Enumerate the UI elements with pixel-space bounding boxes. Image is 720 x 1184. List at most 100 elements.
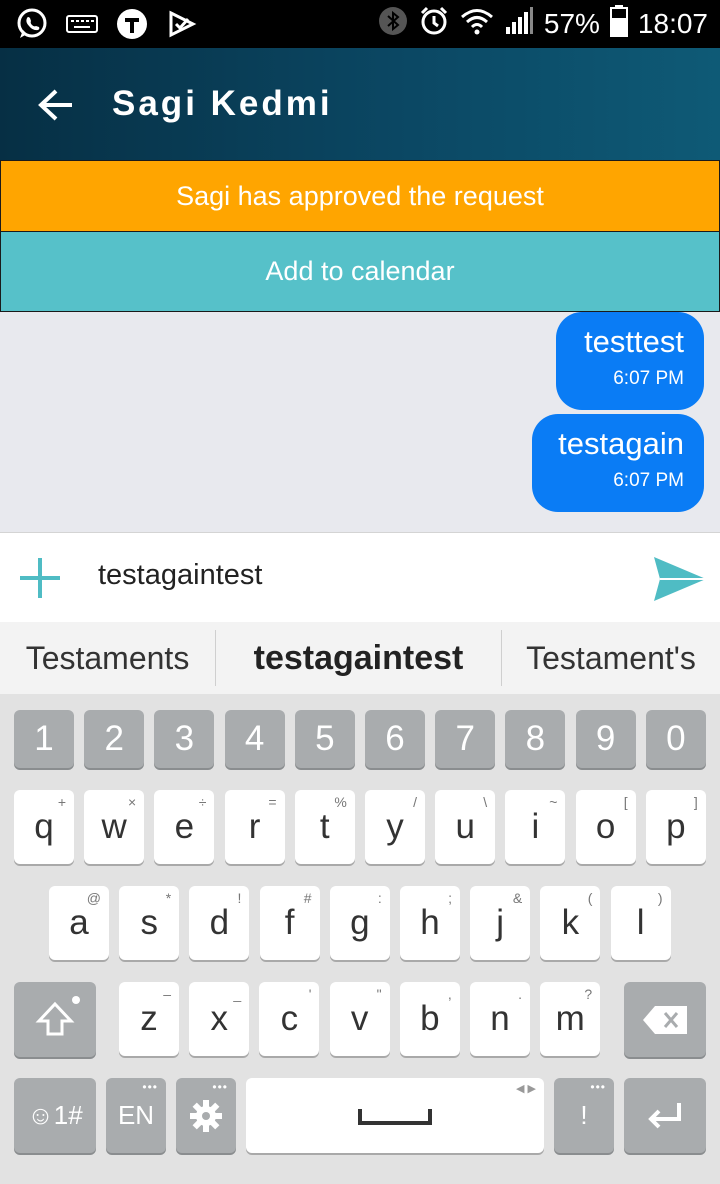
key-alt-label: &	[512, 890, 523, 906]
key-alt-label: #	[303, 890, 312, 906]
suggestion-item[interactable]: Testament's	[502, 630, 720, 686]
add-attachment-button[interactable]	[20, 558, 60, 598]
send-button[interactable]	[652, 555, 708, 603]
key-c[interactable]: c '	[259, 982, 320, 1056]
key-alt-label: [	[623, 794, 628, 810]
key-4[interactable]: 4	[224, 710, 285, 768]
key-r[interactable]: r =	[224, 790, 285, 864]
key-v[interactable]: v "	[329, 982, 390, 1056]
system-status: 57% 18:07	[378, 0, 708, 48]
symbols-key-label: ☺1#	[27, 1100, 83, 1130]
symbols-key[interactable]: ☺1#	[14, 1078, 96, 1153]
message-list[interactable]: testtest 6:07 PM testagain 6:07 PM	[0, 312, 720, 532]
key-b[interactable]: b,	[399, 982, 460, 1056]
backspace-icon	[643, 1005, 687, 1034]
message-text: testtest	[584, 324, 684, 359]
space-key[interactable]: ◀ ▶	[246, 1078, 544, 1153]
enter-icon	[648, 1102, 681, 1128]
arrow-left-icon	[38, 89, 72, 121]
key-h[interactable]: h;	[400, 886, 460, 960]
key-5[interactable]: 5	[294, 710, 355, 768]
punctuation-key[interactable]: ••• !	[554, 1078, 614, 1153]
key-n[interactable]: n.	[470, 982, 530, 1056]
key-label: g	[350, 903, 370, 942]
add-to-calendar-button[interactable]: Add to calendar	[0, 232, 720, 312]
key-label: 7	[455, 719, 475, 758]
key-label: f	[284, 903, 295, 942]
settings-key[interactable]: •••	[176, 1078, 236, 1153]
key-alt-label: ;	[448, 890, 452, 906]
keyboard-icon	[64, 6, 100, 42]
key-u[interactable]: u \	[435, 790, 496, 864]
key-label: m	[555, 999, 585, 1038]
wifi-icon	[460, 7, 494, 42]
key-label: p	[666, 807, 686, 846]
key-alt-label: ÷	[198, 794, 207, 810]
key-label: 4	[244, 719, 265, 758]
approval-banner: Sagi has approved the request	[0, 160, 720, 232]
app-bar: Sagi Kedmi	[0, 48, 720, 160]
more-dots: •••	[142, 1080, 158, 1094]
key-x[interactable]: x _	[189, 982, 250, 1056]
key-8[interactable]: 8	[505, 710, 566, 768]
status-bar: 57% 18:07	[0, 0, 720, 48]
key-t[interactable]: t%	[294, 790, 355, 864]
key-alt-label: .	[518, 986, 522, 1002]
key-y[interactable]: y /	[365, 790, 425, 864]
message-input[interactable]: testagaintest	[98, 559, 262, 592]
message-bubble[interactable]: testtest 6:07 PM	[556, 312, 704, 410]
more-dots: •••	[212, 1080, 228, 1094]
key-alt-label: ×	[128, 794, 137, 810]
key-1[interactable]: 1	[14, 710, 74, 768]
alarm-icon	[418, 5, 450, 44]
message-time: 6:07 PM	[613, 368, 684, 389]
key-alt-label: @	[86, 890, 101, 906]
key-g[interactable]: g:	[329, 886, 390, 960]
shift-key[interactable]	[14, 982, 96, 1057]
key-2[interactable]: 2	[84, 710, 145, 768]
suggestion-item[interactable]: Testaments	[0, 630, 216, 686]
key-7[interactable]: 7	[435, 710, 496, 768]
key-label: u	[455, 807, 475, 846]
checkmark-app-icon	[164, 6, 200, 42]
key-label: j	[496, 903, 505, 942]
key-alt-label: "	[376, 986, 382, 1002]
key-i[interactable]: i ~	[505, 790, 566, 864]
enter-key[interactable]	[624, 1078, 706, 1153]
key-k[interactable]: k(	[540, 886, 601, 960]
key-j[interactable]: j &	[470, 886, 531, 960]
key-3[interactable]: 3	[154, 710, 215, 768]
key-label: z	[140, 999, 158, 1038]
key-label: v	[350, 999, 369, 1038]
key-0[interactable]: 0	[645, 710, 706, 768]
key-l[interactable]: l)	[610, 886, 671, 960]
backspace-key[interactable]	[624, 982, 706, 1057]
key-label: b	[420, 999, 440, 1038]
message-bubble[interactable]: testagain 6:07 PM	[532, 414, 704, 512]
key-alt-label: _	[233, 986, 242, 1002]
key-6[interactable]: 6	[365, 710, 425, 768]
key-d[interactable]: d!	[189, 886, 250, 960]
key-z[interactable]: z –	[119, 982, 179, 1056]
key-alt-label: *	[165, 890, 172, 906]
suggestion-item[interactable]: testagaintest	[216, 630, 502, 686]
key-m[interactable]: m?	[540, 982, 601, 1056]
key-q[interactable]: q +	[14, 790, 74, 864]
key-w[interactable]: w ×	[84, 790, 145, 864]
back-button[interactable]	[30, 80, 80, 130]
key-label: n	[490, 999, 510, 1038]
message-text: testagain	[558, 426, 684, 461]
key-f[interactable]: f #	[259, 886, 320, 960]
key-alt-label: !	[237, 890, 242, 906]
key-e[interactable]: e ÷	[154, 790, 215, 864]
key-o[interactable]: o[	[575, 790, 636, 864]
key-p[interactable]: p]	[645, 790, 706, 864]
notification-icons	[14, 6, 200, 42]
key-a[interactable]: a @	[49, 886, 109, 960]
key-9[interactable]: 9	[575, 710, 636, 768]
key-label: s	[140, 903, 158, 942]
whatsapp-icon	[14, 6, 50, 42]
language-key[interactable]: ••• EN	[106, 1078, 166, 1153]
key-s[interactable]: s *	[119, 886, 180, 960]
key-label: c	[280, 999, 299, 1038]
